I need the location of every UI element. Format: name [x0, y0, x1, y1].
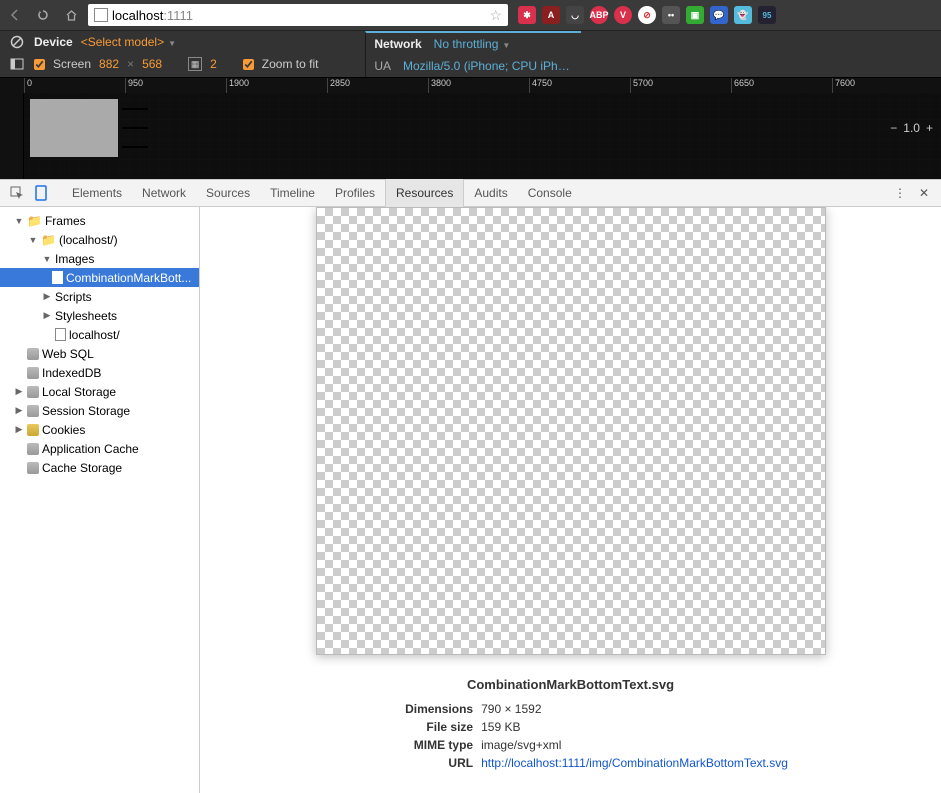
ua-value[interactable]: Mozilla/5.0 (iPhone; CPU iPhon... [403, 59, 573, 73]
vertical-ruler [0, 93, 24, 179]
meta-url-v[interactable]: http://localhost:1111/img/CombinationMar… [481, 754, 788, 772]
ext-badge-icon[interactable]: 95 [758, 6, 776, 24]
tab-sources[interactable]: Sources [196, 179, 260, 207]
resource-preview: CombinationMarkBottomText.svg Dimensions… [200, 207, 941, 793]
ruler-tick: 3800 [428, 78, 451, 93]
dpr-value[interactable]: 2 [210, 57, 217, 71]
zoom-fit-checkbox[interactable] [243, 59, 254, 70]
tab-console[interactable]: Console [518, 179, 582, 207]
horizontal-ruler: 0 950 1900 2850 3800 4750 5700 6650 7600 [0, 77, 941, 93]
resources-panel: ▼📁Frames ▼📁(localhost/) ▼Images Combinat… [0, 207, 941, 793]
resources-tree[interactable]: ▼📁Frames ▼📁(localhost/) ▼Images Combinat… [0, 207, 200, 793]
devtools-close-icon[interactable]: ✕ [913, 182, 935, 204]
device-model-select[interactable]: <Select model>▼ [81, 35, 176, 49]
tree-localhost-file[interactable]: localhost/ [0, 325, 199, 344]
devtools-tabstrip: ElementsNetworkSourcesTimelineProfilesRe… [0, 179, 941, 207]
tree-indexeddb[interactable]: IndexedDB [0, 363, 199, 382]
ext-abp-icon[interactable]: ABP [590, 6, 608, 24]
dpr-icon: ▦ [188, 57, 202, 71]
ext-pocket-icon[interactable]: ◡ [566, 6, 584, 24]
screen-width[interactable]: 882 [99, 57, 119, 71]
tree-sessionstorage[interactable]: ▶Session Storage [0, 401, 199, 420]
tree-scripts[interactable]: ▶Scripts [0, 287, 199, 306]
tab-elements[interactable]: Elements [62, 179, 132, 207]
ext-v-icon[interactable]: V [614, 6, 632, 24]
zoom-control[interactable]: − 1.0 + [890, 121, 933, 135]
ruler-tick: 1900 [226, 78, 249, 93]
screen-checkbox[interactable] [34, 59, 45, 70]
meta-mime-k: MIME type [353, 736, 473, 754]
resource-title: CombinationMarkBottomText.svg [467, 677, 674, 692]
ext-flickr-icon[interactable]: •• [662, 6, 680, 24]
resource-metadata: Dimensions 790 × 1592 File size 159 KB MIM… [353, 700, 788, 772]
ext-green-icon[interactable]: ▣ [686, 6, 704, 24]
meta-filesize-k: File size [353, 718, 473, 736]
ruler-tick: 4750 [529, 78, 552, 93]
meta-dimensions-k: Dimensions [353, 700, 473, 718]
tab-resources[interactable]: Resources [385, 179, 464, 207]
tab-timeline[interactable]: Timeline [260, 179, 325, 207]
tree-stylesheets[interactable]: ▶Stylesheets [0, 306, 199, 325]
reload-button[interactable] [32, 4, 54, 26]
tree-websql[interactable]: Web SQL [0, 344, 199, 363]
image-preview [316, 207, 826, 655]
tree-localstorage[interactable]: ▶Local Storage [0, 382, 199, 401]
meta-dimensions-v: 790 × 1592 [481, 700, 541, 718]
device-toggle-icon[interactable] [30, 182, 52, 204]
meta-url-k: URL [353, 754, 473, 772]
tree-cachestorage[interactable]: Cache Storage [0, 458, 199, 477]
url-text: localhost:1111 [112, 8, 485, 23]
ext-ghost-icon[interactable]: 👻 [734, 6, 752, 24]
bookmark-star-icon[interactable]: ☆ [489, 7, 502, 24]
tab-network[interactable]: Network [132, 179, 196, 207]
zoom-level: 1.0 [903, 121, 920, 135]
ext-chat-icon[interactable]: 💬 [710, 6, 728, 24]
url-bar[interactable]: localhost:1111 ☆ [88, 4, 508, 26]
tab-audits[interactable]: Audits [464, 179, 517, 207]
zoom-out-icon[interactable]: − [890, 121, 897, 135]
ext-noscript-icon[interactable]: ⊘ [638, 6, 656, 24]
tab-profiles[interactable]: Profiles [325, 179, 385, 207]
meta-filesize-v: 159 KB [481, 718, 520, 736]
tree-image-file[interactable]: CombinationMarkBott... [0, 268, 199, 287]
ruler-tick: 950 [125, 78, 143, 93]
back-button[interactable] [4, 4, 26, 26]
ext-a-icon[interactable]: A [542, 6, 560, 24]
viewport-handles[interactable] [122, 99, 148, 157]
ruler-tick: 0 [24, 78, 32, 93]
extension-icons: ✱ A ◡ ABP V ⊘ •• ▣ 💬 👻 95 [518, 6, 776, 24]
tree-frames[interactable]: ▼📁Frames [0, 211, 199, 230]
tree-appcache[interactable]: Application Cache [0, 439, 199, 458]
ua-label: UA [374, 59, 391, 73]
inspect-icon[interactable] [6, 182, 28, 204]
ruler-tick: 5700 [630, 78, 653, 93]
ruler-tick: 2850 [327, 78, 350, 93]
devtools-menu-icon[interactable]: ⋮ [889, 182, 911, 204]
ext-asterisk-icon[interactable]: ✱ [518, 6, 536, 24]
ruler-tick: 6650 [731, 78, 754, 93]
tree-images[interactable]: ▼Images [0, 249, 199, 268]
device-viewport[interactable]: − 1.0 + [0, 93, 941, 179]
meta-mime-v: image/svg+xml [481, 736, 561, 754]
dock-icon[interactable] [8, 55, 26, 73]
zoom-fit-label: Zoom to fit [262, 57, 319, 71]
screen-label: Screen [53, 57, 91, 71]
ruler-tick: 7600 [832, 78, 855, 93]
screen-height[interactable]: 568 [142, 57, 162, 71]
network-label: Network [374, 37, 421, 51]
zoom-in-icon[interactable]: + [926, 121, 933, 135]
throttling-select[interactable]: No throttling▼ [434, 37, 511, 51]
disable-icon[interactable] [8, 33, 26, 51]
device-label: Device [34, 35, 73, 49]
dim-sep: × [127, 57, 134, 71]
home-button[interactable] [60, 4, 82, 26]
page-icon [94, 8, 108, 22]
tree-localhost[interactable]: ▼📁(localhost/) [0, 230, 199, 249]
emulated-page[interactable] [30, 99, 118, 157]
browser-toolbar: localhost:1111 ☆ ✱ A ◡ ABP V ⊘ •• ▣ 💬 👻 … [0, 0, 941, 30]
tree-cookies[interactable]: ▶Cookies [0, 420, 199, 439]
device-mode-toolbar: Device <Select model>▼ Screen 882 × 568 … [0, 30, 941, 77]
